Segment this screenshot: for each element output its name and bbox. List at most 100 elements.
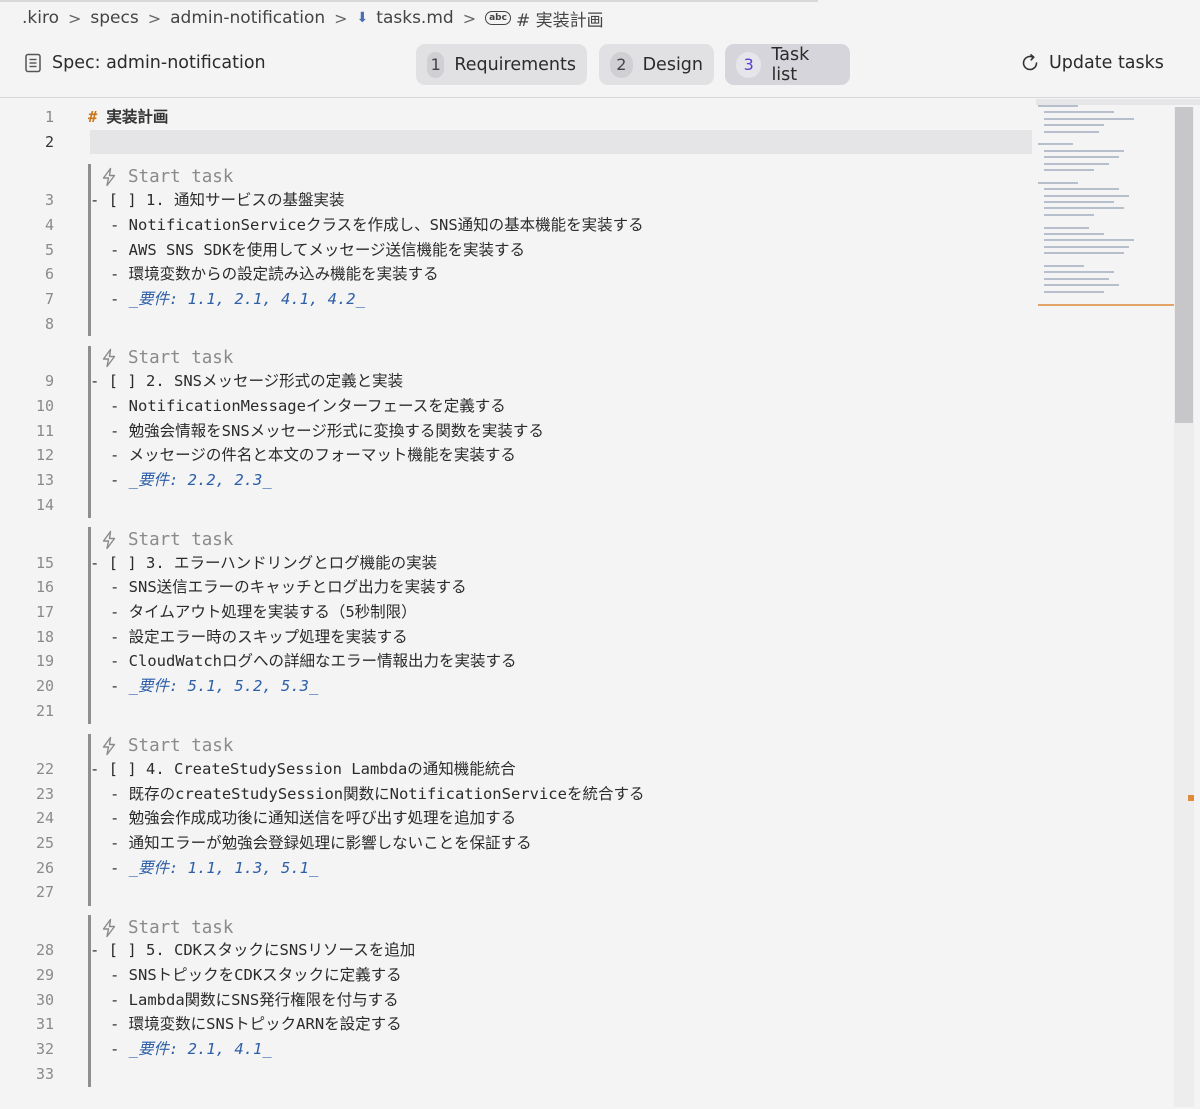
line-number: 12 [35, 446, 54, 464]
code-line[interactable]: 17 - タイムアウト処理を実装する（5秒制限） [0, 600, 1040, 624]
minimap-line [1044, 149, 1124, 152]
code-line[interactable]: 5 - AWS SNS SDKを使用してメッセージ送信機能を実装する [0, 238, 1040, 262]
line-number: 25 [35, 834, 54, 852]
code-line[interactable]: 29 - SNSトピックをCDKスタックに定義する [0, 963, 1040, 987]
code-line[interactable]: 13 - _要件: 2.2, 2.3_ [0, 468, 1040, 492]
minimap-line [1044, 245, 1129, 248]
code-line[interactable]: 31 - 環境変数にSNSトピックARNを設定する [0, 1012, 1040, 1036]
breadcrumb-item-specs[interactable]: specs [90, 8, 138, 28]
minimap-line [1044, 252, 1124, 255]
code-line[interactable]: 7 - _要件: 1.1, 2.1, 4.1, 4.2_ [0, 287, 1040, 311]
breadcrumb-item-tasks-md[interactable]: tasks.md [376, 8, 453, 28]
line-number: 30 [35, 991, 54, 1009]
scrollbar-thumb[interactable] [1175, 107, 1193, 423]
code-line[interactable]: 18 - 設定エラー時のスキップ処理を実装する [0, 625, 1040, 649]
code-line[interactable]: 9 - [ ] 2. SNSメッセージ形式の定義と実装 [0, 369, 1040, 393]
minimap-line [1044, 226, 1089, 229]
lightning-icon [102, 736, 116, 756]
line-number: 10 [35, 397, 54, 415]
spec-title: Spec: admin-notification [24, 53, 266, 73]
breadcrumb-item-kiro[interactable]: .kiro [22, 8, 59, 28]
start-task-codelens[interactable]: Start task [100, 916, 233, 940]
list-dash: - [110, 1040, 129, 1058]
start-task-codelens[interactable]: Start task [100, 528, 233, 552]
line-number: 13 [35, 471, 54, 489]
tab-number: 2 [610, 51, 633, 78]
breadcrumb-separator: > [462, 8, 477, 28]
line-text: - _要件: 2.2, 2.3_ [110, 468, 272, 492]
start-task-codelens[interactable]: Start task [100, 734, 233, 758]
code-line[interactable]: 19 - CloudWatchログへの詳細なエラー情報出力を実装する [0, 649, 1040, 673]
code-line[interactable]: 3 - [ ] 1. 通知サービスの基盤実装 [0, 188, 1040, 212]
code-line[interactable]: 24 - 勉強会作成成功後に通知送信を呼び出す処理を追加する [0, 806, 1040, 830]
code-line[interactable]: 23 - 既存のcreateStudySession関数にNotification… [0, 782, 1040, 806]
line-number: 5 [44, 241, 54, 259]
code-line[interactable]: 1 # 実装計画 [0, 105, 1040, 129]
lightning-icon [102, 167, 116, 187]
start-task-codelens[interactable]: Start task [100, 346, 233, 370]
breadcrumb-item-heading[interactable]: # 実装計画 [516, 6, 604, 31]
minimap-line [1044, 111, 1114, 114]
code-line[interactable]: 27 [0, 880, 1040, 904]
line-text: - NotificationServiceクラスを作成し、SNS通知の基本機能を… [110, 216, 644, 234]
code-line[interactable]: 6 - 環境変数からの設定読み込み機能を実装する [0, 262, 1040, 286]
lightning-icon [102, 530, 116, 550]
line-text: - メッセージの件名と本文のフォーマット機能を実装する [110, 446, 516, 464]
line-text: - 既存のcreateStudySession関数にNotificationSe… [110, 785, 645, 803]
code-line[interactable]: 10 - NotificationMessageインターフェースを定義する [0, 394, 1040, 418]
code-line[interactable]: 12 - メッセージの件名と本文のフォーマット機能を実装する [0, 443, 1040, 467]
minimap-line [1044, 277, 1109, 280]
code-line[interactable]: 4 - NotificationServiceクラスを作成し、SNS通知の基本機能… [0, 213, 1040, 237]
breadcrumb-separator: > [147, 8, 162, 28]
code-line[interactable]: 22 - [ ] 4. CreateStudySession Lambdaの通知機… [0, 757, 1040, 781]
code-line[interactable]: 28 - [ ] 5. CDKスタックにSNSリソースを追加 [0, 938, 1040, 962]
code-line[interactable]: 14 [0, 493, 1040, 517]
minimap[interactable] [1038, 101, 1174, 306]
code-line[interactable]: 2 [0, 130, 1040, 154]
update-tasks-button[interactable]: Update tasks [1020, 53, 1164, 73]
line-text: - NotificationMessageインターフェースを定義する [110, 397, 506, 415]
code-line[interactable]: 16 - SNS送信エラーのキャッチとログ出力を実装する [0, 575, 1040, 599]
minimap-line [1044, 213, 1094, 216]
list-dash: - [110, 677, 129, 695]
code-line[interactable]: 26 - _要件: 1.1, 1.3, 5.1_ [0, 856, 1040, 880]
spec-label: Spec: admin-notification [52, 53, 266, 73]
line-number: 11 [35, 422, 54, 440]
line-text: - Lambda関数にSNS発行権限を付与する [110, 991, 399, 1009]
line-number: 26 [35, 859, 54, 877]
code-line[interactable]: 32 - _要件: 2.1, 4.1_ [0, 1037, 1040, 1061]
code-line[interactable]: 30 - Lambda関数にSNS発行権限を付与する [0, 988, 1040, 1012]
tab-requirements[interactable]: 1 Requirements [416, 44, 587, 85]
code-line[interactable]: 8 [0, 312, 1040, 336]
requirement-ref: _要件: 1.1, 1.3, 5.1_ [128, 859, 319, 877]
line-text: - CloudWatchログへの詳細なエラー情報出力を実装する [110, 652, 517, 670]
symbol-string-icon: abc [485, 11, 511, 25]
code-line[interactable]: 15 - [ ] 3. エラーハンドリングとログ機能の実装 [0, 551, 1040, 575]
line-number: 20 [35, 677, 54, 695]
task-item: - [ ] 2. SNSメッセージ形式の定義と実装 [90, 372, 404, 390]
tab-number: 1 [427, 51, 445, 78]
breadcrumb-separator: > [334, 8, 348, 28]
editor[interactable]: Start task Start task Start task Start t… [0, 99, 1200, 1109]
start-task-codelens[interactable]: Start task [100, 165, 233, 189]
line-number: 3 [44, 191, 54, 209]
minimap-line [1044, 188, 1119, 191]
minimap-line [1044, 265, 1084, 267]
breadcrumb-item-admin-notification[interactable]: admin-notification [170, 8, 325, 28]
requirement-ref: _要件: 2.1, 4.1_ [128, 1040, 272, 1058]
scrollbar-change-marker [1188, 795, 1194, 801]
tab-design[interactable]: 2 Design [599, 44, 714, 85]
tab-task-list[interactable]: 3 Task list [725, 44, 850, 85]
lightning-icon [102, 348, 116, 368]
code-line[interactable]: 11 - 勉強会情報をSNSメッセージ形式に変換する関数を実装する [0, 419, 1040, 443]
code-line[interactable]: 25 - 通知エラーが勉強会登録処理に影響しないことを保証する [0, 831, 1040, 855]
code-line[interactable]: 21 [0, 699, 1040, 723]
heading-text: 実装計画 [106, 108, 169, 126]
tab-label: Task list [771, 44, 810, 85]
heading-hash: # [88, 108, 98, 126]
code-line[interactable]: 33 [0, 1062, 1040, 1086]
line-number: 16 [35, 578, 54, 596]
start-task-label: Start task [128, 167, 234, 187]
task-item: - [ ] 3. エラーハンドリングとログ機能の実装 [90, 554, 438, 572]
code-line[interactable]: 20 - _要件: 5.1, 5.2, 5.3_ [0, 674, 1040, 698]
